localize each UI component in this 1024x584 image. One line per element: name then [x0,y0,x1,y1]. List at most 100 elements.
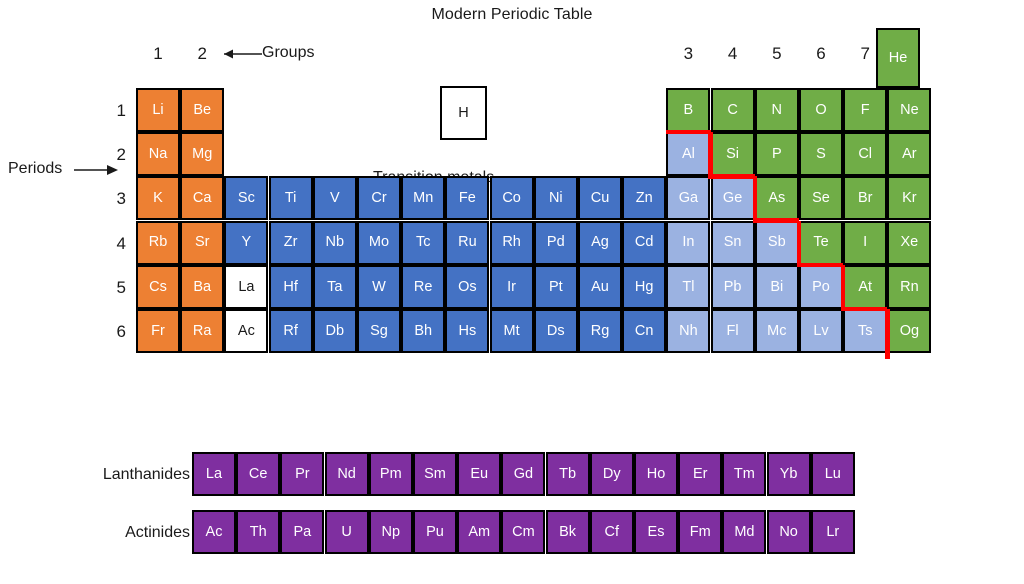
element-cell-n[interactable]: N [754,88,799,132]
element-cell-rb[interactable]: Rb [136,220,180,265]
element-cell-fr[interactable]: Fr [136,309,180,353]
element-cell-pd[interactable]: Pd [533,220,578,265]
element-cell-bk-actinide[interactable]: Bk [545,510,590,554]
element-cell-ir[interactable]: Ir [489,264,534,309]
element-cell-nb[interactable]: Nb [312,220,357,265]
element-cell-cu[interactable]: Cu [578,176,622,221]
element-cell-og[interactable]: Og [887,309,932,353]
element-cell-al[interactable]: Al [666,132,711,177]
element-cell-fl[interactable]: Fl [710,309,755,353]
element-cell-mn[interactable]: Mn [401,176,446,221]
element-cell-mc[interactable]: Mc [754,309,799,353]
element-cell-rf[interactable]: Rf [268,309,313,353]
element-cell-la-lanthanide[interactable]: La [192,452,236,496]
element-cell-k[interactable]: K [136,176,180,221]
element-cell-kr[interactable]: Kr [887,176,932,221]
element-cell-ra[interactable]: Ra [180,309,225,353]
element-cell-no-actinide[interactable]: No [766,510,811,554]
element-cell-ta[interactable]: Ta [312,264,357,309]
element-cell-fe[interactable]: Fe [445,176,490,221]
element-cell-y[interactable]: Y [224,220,269,265]
element-cell-na[interactable]: Na [136,132,180,177]
element-cell-hs[interactable]: Hs [445,309,490,353]
element-cell-cr[interactable]: Cr [357,176,401,221]
element-cell-np-actinide[interactable]: Np [368,510,413,554]
element-cell-bi[interactable]: Bi [754,264,799,309]
element-cell-dy-lanthanide[interactable]: Dy [589,452,634,496]
element-cell-ts[interactable]: Ts [843,309,888,353]
element-cell-in[interactable]: In [666,220,711,265]
element-cell-mo[interactable]: Mo [357,220,401,265]
element-cell-sb[interactable]: Sb [754,220,799,265]
element-cell-bh[interactable]: Bh [401,309,446,353]
element-cell-v[interactable]: V [312,176,357,221]
element-cell-f[interactable]: F [843,88,888,132]
element-cell-er-lanthanide[interactable]: Er [678,452,723,496]
element-cell-i[interactable]: I [843,220,888,265]
element-cell-zr[interactable]: Zr [268,220,313,265]
element-cell-cs[interactable]: Cs [136,264,180,309]
element-cell-sr[interactable]: Sr [180,220,225,265]
element-cell-gd-lanthanide[interactable]: Gd [501,452,546,496]
element-cell-nd-lanthanide[interactable]: Nd [324,452,369,496]
element-cell-rg[interactable]: Rg [578,309,622,353]
element-cell-ba[interactable]: Ba [180,264,225,309]
element-cell-th-actinide[interactable]: Th [236,510,281,554]
element-cell-mg[interactable]: Mg [180,132,225,177]
element-cell-nh[interactable]: Nh [666,309,711,353]
element-cell-he[interactable]: He [876,28,920,88]
element-cell-ce-lanthanide[interactable]: Ce [236,452,281,496]
element-cell-ds[interactable]: Ds [533,309,578,353]
element-cell-u-actinide[interactable]: U [324,510,369,554]
element-cell-mt[interactable]: Mt [489,309,534,353]
element-cell-yb-lanthanide[interactable]: Yb [766,452,811,496]
element-cell-la[interactable]: La [224,264,269,309]
element-cell-at[interactable]: At [843,264,888,309]
element-cell-br[interactable]: Br [843,176,888,221]
element-cell-sg[interactable]: Sg [357,309,401,353]
element-cell-au[interactable]: Au [578,264,622,309]
element-cell-pb[interactable]: Pb [710,264,755,309]
element-cell-eu-lanthanide[interactable]: Eu [457,452,502,496]
element-cell-cm-actinide[interactable]: Cm [501,510,546,554]
element-cell-co[interactable]: Co [489,176,534,221]
element-cell-ni[interactable]: Ni [533,176,578,221]
element-cell-as[interactable]: As [754,176,799,221]
element-cell-cl[interactable]: Cl [843,132,888,177]
element-cell-hg[interactable]: Hg [622,264,667,309]
element-cell-re[interactable]: Re [401,264,446,309]
element-cell-cf-actinide[interactable]: Cf [589,510,634,554]
element-cell-ti[interactable]: Ti [268,176,313,221]
element-cell-tc[interactable]: Tc [401,220,446,265]
element-cell-rh[interactable]: Rh [489,220,534,265]
element-cell-tm-lanthanide[interactable]: Tm [722,452,767,496]
element-cell-cd[interactable]: Cd [622,220,667,265]
element-cell-xe[interactable]: Xe [887,220,932,265]
element-cell-rn[interactable]: Rn [887,264,932,309]
element-cell-lv[interactable]: Lv [799,309,843,353]
element-cell-ge[interactable]: Ge [710,176,755,221]
element-cell-pt[interactable]: Pt [533,264,578,309]
element-cell-ar[interactable]: Ar [887,132,932,177]
element-cell-db[interactable]: Db [312,309,357,353]
element-cell-h[interactable]: H [440,86,487,140]
element-cell-p[interactable]: P [754,132,799,177]
element-cell-ho-lanthanide[interactable]: Ho [634,452,678,496]
element-cell-li[interactable]: Li [136,88,180,132]
element-cell-se[interactable]: Se [799,176,843,221]
element-cell-pr-lanthanide[interactable]: Pr [280,452,325,496]
element-cell-b[interactable]: B [666,88,711,132]
element-cell-ca[interactable]: Ca [180,176,225,221]
element-cell-md-actinide[interactable]: Md [722,510,767,554]
element-cell-zn[interactable]: Zn [622,176,667,221]
element-cell-sn[interactable]: Sn [710,220,755,265]
element-cell-ne[interactable]: Ne [887,88,932,132]
element-cell-pu-actinide[interactable]: Pu [413,510,457,554]
element-cell-sm-lanthanide[interactable]: Sm [413,452,457,496]
element-cell-be[interactable]: Be [180,88,225,132]
element-cell-cn[interactable]: Cn [622,309,667,353]
element-cell-am-actinide[interactable]: Am [457,510,502,554]
element-cell-pa-actinide[interactable]: Pa [280,510,325,554]
element-cell-es-actinide[interactable]: Es [634,510,678,554]
element-cell-sc[interactable]: Sc [224,176,269,221]
